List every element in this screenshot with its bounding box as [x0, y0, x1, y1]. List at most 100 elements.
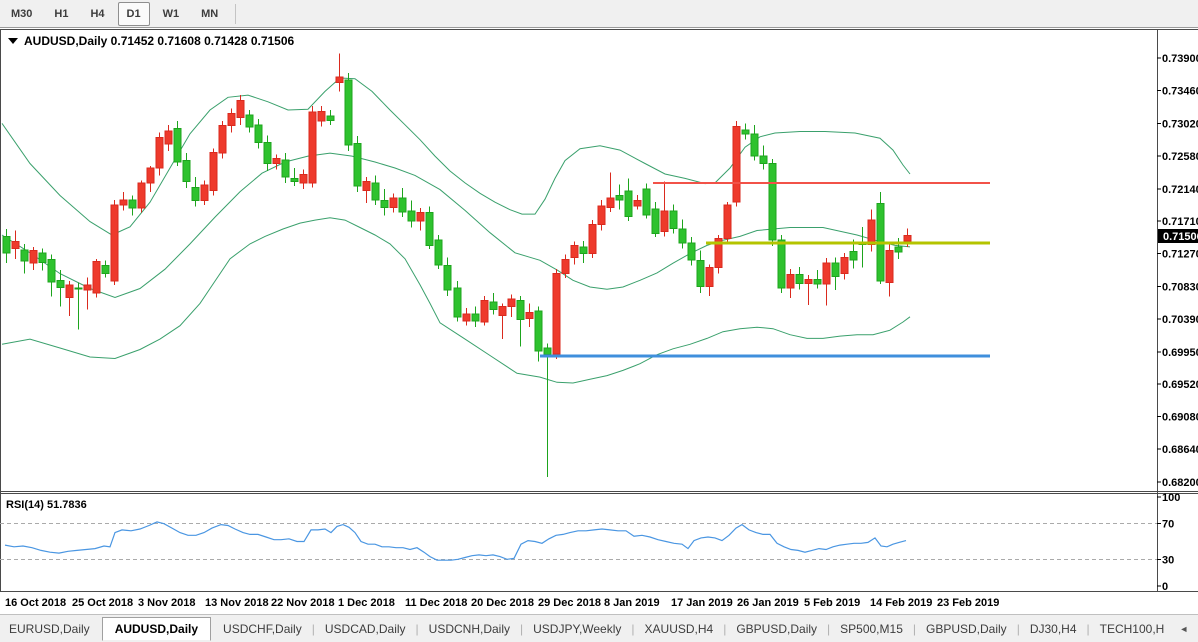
bear-candle[interactable]	[471, 313, 480, 322]
price-chart[interactable]: 0.73900 0.73460 0.73020 0.72580 0.72140 0.717…	[0, 28, 1198, 614]
bear-candle[interactable]	[38, 252, 47, 264]
bear-candle[interactable]	[534, 310, 543, 352]
bear-candle[interactable]	[813, 279, 822, 285]
chart-tab-xauusd-h4[interactable]: XAUUSD,H4	[636, 618, 723, 640]
bull-candle[interactable]	[362, 180, 371, 191]
bear-candle[interactable]	[47, 259, 56, 283]
timeframe-button-d1[interactable]: D1	[117, 1, 150, 26]
bull-candle[interactable]	[146, 167, 155, 184]
bull-candle[interactable]	[29, 250, 38, 264]
bear-candle[interactable]	[615, 195, 624, 201]
bull-candle[interactable]	[65, 284, 74, 298]
bear-candle[interactable]	[443, 265, 452, 291]
bear-candle[interactable]	[263, 142, 272, 164]
bull-candle[interactable]	[218, 125, 227, 154]
bull-candle[interactable]	[885, 250, 894, 284]
bull-candle[interactable]	[272, 157, 281, 165]
bear-candle[interactable]	[20, 249, 29, 262]
bear-candle[interactable]	[795, 273, 804, 284]
bear-candle[interactable]	[696, 259, 705, 287]
bull-candle[interactable]	[498, 305, 507, 316]
timeframe-button-mn[interactable]: MN	[192, 2, 227, 26]
bear-candle[interactable]	[290, 177, 299, 182]
bear-candle[interactable]	[678, 228, 687, 244]
chart-tab-tech100-h[interactable]: TECH100,H	[1091, 618, 1174, 640]
bear-candle[interactable]	[398, 197, 407, 213]
bear-candle[interactable]	[579, 246, 588, 255]
bull-candle[interactable]	[552, 273, 561, 355]
bear-candle[interactable]	[128, 199, 137, 209]
bull-candle[interactable]	[335, 76, 344, 83]
bear-candle[interactable]	[326, 115, 335, 121]
bull-candle[interactable]	[822, 262, 831, 285]
bear-candle[interactable]	[182, 160, 191, 182]
bear-candle[interactable]	[101, 265, 110, 275]
bull-candle[interactable]	[480, 299, 489, 323]
bull-candle[interactable]	[209, 151, 218, 191]
bear-candle[interactable]	[489, 301, 498, 310]
bear-candle[interactable]	[191, 186, 200, 202]
bear-candle[interactable]	[516, 299, 525, 321]
chart-tab-gbpusd-daily[interactable]: GBPUSD,Daily	[727, 618, 826, 640]
bull-candle[interactable]	[416, 212, 425, 222]
chart-tab-usdjpy-weekly[interactable]: USDJPY,Weekly	[524, 618, 630, 640]
bear-candle[interactable]	[750, 133, 759, 157]
bull-candle[interactable]	[462, 313, 471, 322]
bull-candle[interactable]	[11, 241, 20, 249]
bull-candle[interactable]	[705, 267, 714, 287]
bull-candle[interactable]	[723, 204, 732, 240]
bear-candle[interactable]	[425, 212, 434, 246]
bull-candle[interactable]	[119, 199, 128, 206]
bear-candle[interactable]	[344, 79, 353, 146]
bear-candle[interactable]	[371, 182, 380, 201]
bull-candle[interactable]	[308, 111, 317, 184]
bull-candle[interactable]	[561, 259, 570, 275]
bull-candle[interactable]	[299, 174, 308, 184]
bear-candle[interactable]	[453, 287, 462, 318]
bull-candle[interactable]	[588, 224, 597, 254]
bull-candle[interactable]	[227, 113, 236, 127]
bull-candle[interactable]	[660, 210, 669, 232]
bull-candle[interactable]	[137, 182, 146, 209]
bull-candle[interactable]	[155, 137, 164, 169]
bear-candle[interactable]	[777, 239, 786, 289]
bull-candle[interactable]	[110, 204, 119, 282]
bear-candle[interactable]	[2, 235, 11, 254]
bear-candle[interactable]	[543, 347, 552, 356]
bear-candle[interactable]	[687, 242, 696, 261]
bear-candle[interactable]	[831, 262, 840, 278]
bear-candle[interactable]	[759, 155, 768, 165]
bull-candle[interactable]	[236, 99, 245, 118]
bull-candle[interactable]	[732, 125, 741, 203]
bear-candle[interactable]	[407, 210, 416, 222]
bear-candle[interactable]	[380, 200, 389, 208]
timeframe-button-m30[interactable]: M30	[2, 2, 41, 26]
timeframe-button-w1[interactable]: W1	[154, 2, 189, 26]
bear-candle[interactable]	[56, 279, 65, 289]
chart-tab-usdchf-daily[interactable]: USDCHF,Daily	[214, 618, 311, 640]
bull-candle[interactable]	[597, 205, 606, 225]
bear-candle[interactable]	[741, 129, 750, 135]
chart-tab-gbpusd-daily[interactable]: GBPUSD,Daily	[917, 618, 1016, 640]
bull-candle[interactable]	[525, 311, 534, 319]
bear-candle[interactable]	[254, 124, 263, 144]
bull-candle[interactable]	[867, 219, 876, 246]
bear-candle[interactable]	[651, 208, 660, 234]
bull-candle[interactable]	[903, 235, 912, 242]
bull-candle[interactable]	[200, 184, 209, 202]
chart-tab-usdcad-daily[interactable]: USDCAD,Daily	[316, 618, 415, 640]
chart-tab-eurusd-daily[interactable]: EURUSD,Daily	[0, 618, 99, 640]
bull-candle[interactable]	[570, 244, 579, 258]
chart-tab-audusd-daily[interactable]: AUDUSD,Daily	[101, 616, 212, 641]
bull-candle[interactable]	[606, 197, 615, 209]
bull-candle[interactable]	[786, 273, 795, 289]
bear-candle[interactable]	[245, 114, 254, 128]
timeframe-button-h1[interactable]: H1	[45, 2, 77, 26]
bear-candle[interactable]	[849, 250, 858, 261]
bull-candle[interactable]	[92, 261, 101, 294]
bear-candle[interactable]	[669, 210, 678, 229]
bull-candle[interactable]	[83, 284, 92, 291]
chart-tab-usdcnh-daily[interactable]: USDCNH,Daily	[420, 618, 519, 640]
bear-candle[interactable]	[353, 142, 362, 187]
bear-candle[interactable]	[624, 190, 633, 217]
